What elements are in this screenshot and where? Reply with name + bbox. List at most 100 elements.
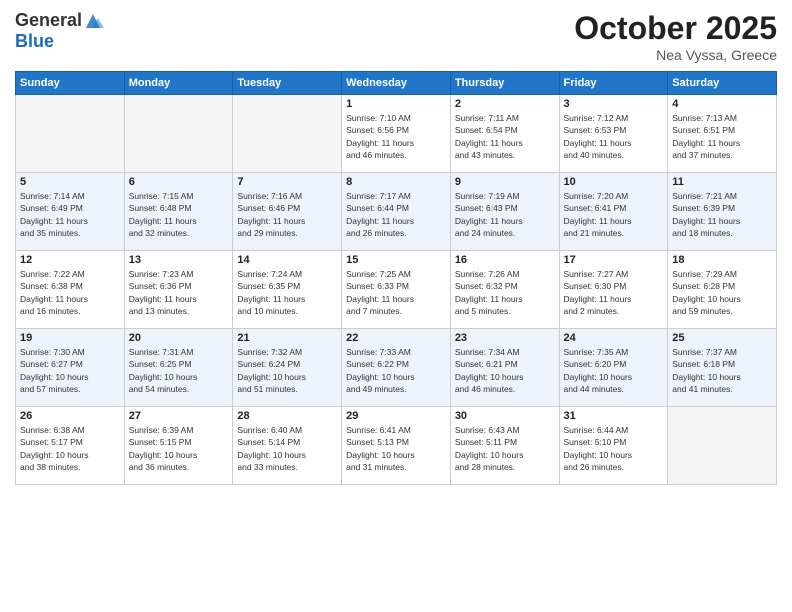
day-info: Sunrise: 7:25 AM Sunset: 6:33 PM Dayligh… (346, 268, 446, 317)
calendar-cell: 25Sunrise: 7:37 AM Sunset: 6:18 PM Dayli… (668, 329, 777, 407)
week-row-2: 5 Sunrise: 7:14 AM Sunset: 6:49 PM Daylig… (16, 173, 777, 251)
day-info: Sunrise: 6:39 AM Sunset: 5:15 PM Dayligh… (129, 424, 229, 473)
day-number: 8 (346, 176, 446, 188)
day-info: Sunrise: 7:17 AM Sunset: 6:44 PM Dayligh… (346, 190, 446, 239)
col-header-tuesday: Tuesday (233, 72, 342, 95)
day-info: Sunrise: 7:24 AM Sunset: 6:35 PM Dayligh… (237, 268, 337, 317)
calendar-cell (124, 95, 233, 173)
day-number: 28 (237, 410, 337, 422)
day-info: Sunrise: 7:35 AM Sunset: 6:20 PM Dayligh… (564, 346, 664, 395)
calendar-cell: 26Sunrise: 6:38 AM Sunset: 5:17 PM Dayli… (16, 407, 125, 485)
calendar-cell: 6 Sunrise: 7:15 AM Sunset: 6:48 PM Daylig… (124, 173, 233, 251)
day-number: 13 (129, 254, 229, 266)
day-number: 25 (672, 332, 772, 344)
day-number: 1 (346, 98, 446, 110)
calendar-cell (668, 407, 777, 485)
calendar-cell: 4 Sunrise: 7:13 AM Sunset: 6:51 PM Daylig… (668, 95, 777, 173)
month-title: October 2025 (574, 10, 777, 47)
calendar-cell: 9 Sunrise: 7:19 AM Sunset: 6:43 PM Daylig… (450, 173, 559, 251)
calendar-cell: 3 Sunrise: 7:12 AM Sunset: 6:53 PM Daylig… (559, 95, 668, 173)
day-info: Sunrise: 7:20 AM Sunset: 6:41 PM Dayligh… (564, 190, 664, 239)
day-number: 22 (346, 332, 446, 344)
logo-text-blue: Blue (15, 32, 54, 52)
day-info: Sunrise: 6:41 AM Sunset: 5:13 PM Dayligh… (346, 424, 446, 473)
day-info: Sunrise: 6:38 AM Sunset: 5:17 PM Dayligh… (20, 424, 120, 473)
day-info: Sunrise: 7:30 AM Sunset: 6:27 PM Dayligh… (20, 346, 120, 395)
day-info: Sunrise: 7:33 AM Sunset: 6:22 PM Dayligh… (346, 346, 446, 395)
calendar-cell (233, 95, 342, 173)
day-number: 6 (129, 176, 229, 188)
calendar-cell: 28 Sunrise: 6:40 AM Sunset: 5:14 PM Dayli… (233, 407, 342, 485)
day-number: 16 (455, 254, 555, 266)
calendar-cell: 7 Sunrise: 7:16 AM Sunset: 6:46 PM Daylig… (233, 173, 342, 251)
col-header-thursday: Thursday (450, 72, 559, 95)
page: General Blue October 2025 Nea Vyssa, Gre… (0, 0, 792, 612)
day-number: 29 (346, 410, 446, 422)
calendar-cell (16, 95, 125, 173)
calendar-cell: 30Sunrise: 6:43 AM Sunset: 5:11 PM Dayli… (450, 407, 559, 485)
header: General Blue October 2025 Nea Vyssa, Gre… (15, 10, 777, 63)
calendar-cell: 15 Sunrise: 7:25 AM Sunset: 6:33 PM Dayli… (342, 251, 451, 329)
day-number: 9 (455, 176, 555, 188)
day-info: Sunrise: 7:26 AM Sunset: 6:32 PM Dayligh… (455, 268, 555, 317)
week-row-5: 26Sunrise: 6:38 AM Sunset: 5:17 PM Dayli… (16, 407, 777, 485)
calendar-cell: 17 Sunrise: 7:27 AM Sunset: 6:30 PM Dayli… (559, 251, 668, 329)
day-info: Sunrise: 7:14 AM Sunset: 6:49 PM Dayligh… (20, 190, 120, 239)
day-number: 24 (564, 332, 664, 344)
calendar-cell: 5 Sunrise: 7:14 AM Sunset: 6:49 PM Daylig… (16, 173, 125, 251)
day-info: Sunrise: 7:13 AM Sunset: 6:51 PM Dayligh… (672, 112, 772, 161)
day-info: Sunrise: 7:16 AM Sunset: 6:46 PM Dayligh… (237, 190, 337, 239)
day-number: 10 (564, 176, 664, 188)
day-number: 7 (237, 176, 337, 188)
calendar-cell: 18Sunrise: 7:29 AM Sunset: 6:28 PM Dayli… (668, 251, 777, 329)
logo-text-general: General (15, 11, 82, 31)
day-info: Sunrise: 7:11 AM Sunset: 6:54 PM Dayligh… (455, 112, 555, 161)
calendar-cell: 12Sunrise: 7:22 AM Sunset: 6:38 PM Dayli… (16, 251, 125, 329)
day-number: 14 (237, 254, 337, 266)
day-info: Sunrise: 7:27 AM Sunset: 6:30 PM Dayligh… (564, 268, 664, 317)
col-header-wednesday: Wednesday (342, 72, 451, 95)
day-number: 3 (564, 98, 664, 110)
calendar-cell: 20Sunrise: 7:31 AM Sunset: 6:25 PM Dayli… (124, 329, 233, 407)
day-info: Sunrise: 7:31 AM Sunset: 6:25 PM Dayligh… (129, 346, 229, 395)
calendar-table: SundayMondayTuesdayWednesdayThursdayFrid… (15, 71, 777, 485)
logo: General Blue (15, 10, 104, 52)
header-row: SundayMondayTuesdayWednesdayThursdayFrid… (16, 72, 777, 95)
day-info: Sunrise: 6:44 AM Sunset: 5:10 PM Dayligh… (564, 424, 664, 473)
day-number: 21 (237, 332, 337, 344)
calendar-cell: 16 Sunrise: 7:26 AM Sunset: 6:32 PM Dayli… (450, 251, 559, 329)
col-header-sunday: Sunday (16, 72, 125, 95)
calendar-cell: 31 Sunrise: 6:44 AM Sunset: 5:10 PM Dayli… (559, 407, 668, 485)
calendar-cell: 24 Sunrise: 7:35 AM Sunset: 6:20 PM Dayli… (559, 329, 668, 407)
calendar-cell: 11Sunrise: 7:21 AM Sunset: 6:39 PM Dayli… (668, 173, 777, 251)
calendar-cell: 2Sunrise: 7:11 AM Sunset: 6:54 PM Daylig… (450, 95, 559, 173)
calendar-cell: 14 Sunrise: 7:24 AM Sunset: 6:35 PM Dayli… (233, 251, 342, 329)
day-info: Sunrise: 7:15 AM Sunset: 6:48 PM Dayligh… (129, 190, 229, 239)
calendar-cell: 23Sunrise: 7:34 AM Sunset: 6:21 PM Dayli… (450, 329, 559, 407)
day-info: Sunrise: 6:40 AM Sunset: 5:14 PM Dayligh… (237, 424, 337, 473)
calendar-cell: 22 Sunrise: 7:33 AM Sunset: 6:22 PM Dayli… (342, 329, 451, 407)
day-info: Sunrise: 7:19 AM Sunset: 6:43 PM Dayligh… (455, 190, 555, 239)
day-info: Sunrise: 7:22 AM Sunset: 6:38 PM Dayligh… (20, 268, 120, 317)
day-info: Sunrise: 7:29 AM Sunset: 6:28 PM Dayligh… (672, 268, 772, 317)
day-info: Sunrise: 7:12 AM Sunset: 6:53 PM Dayligh… (564, 112, 664, 161)
day-number: 11 (672, 176, 772, 188)
day-number: 27 (129, 410, 229, 422)
week-row-1: 1Sunrise: 7:10 AM Sunset: 6:56 PM Daylig… (16, 95, 777, 173)
location: Nea Vyssa, Greece (574, 47, 777, 63)
day-info: Sunrise: 7:23 AM Sunset: 6:36 PM Dayligh… (129, 268, 229, 317)
day-info: Sunrise: 6:43 AM Sunset: 5:11 PM Dayligh… (455, 424, 555, 473)
logo-icon (82, 10, 104, 32)
calendar-cell: 1Sunrise: 7:10 AM Sunset: 6:56 PM Daylig… (342, 95, 451, 173)
day-number: 15 (346, 254, 446, 266)
day-number: 5 (20, 176, 120, 188)
col-header-saturday: Saturday (668, 72, 777, 95)
col-header-friday: Friday (559, 72, 668, 95)
day-number: 31 (564, 410, 664, 422)
title-block: October 2025 Nea Vyssa, Greece (574, 10, 777, 63)
calendar-cell: 8 Sunrise: 7:17 AM Sunset: 6:44 PM Daylig… (342, 173, 451, 251)
day-number: 4 (672, 98, 772, 110)
week-row-3: 12Sunrise: 7:22 AM Sunset: 6:38 PM Dayli… (16, 251, 777, 329)
day-number: 17 (564, 254, 664, 266)
day-info: Sunrise: 7:34 AM Sunset: 6:21 PM Dayligh… (455, 346, 555, 395)
